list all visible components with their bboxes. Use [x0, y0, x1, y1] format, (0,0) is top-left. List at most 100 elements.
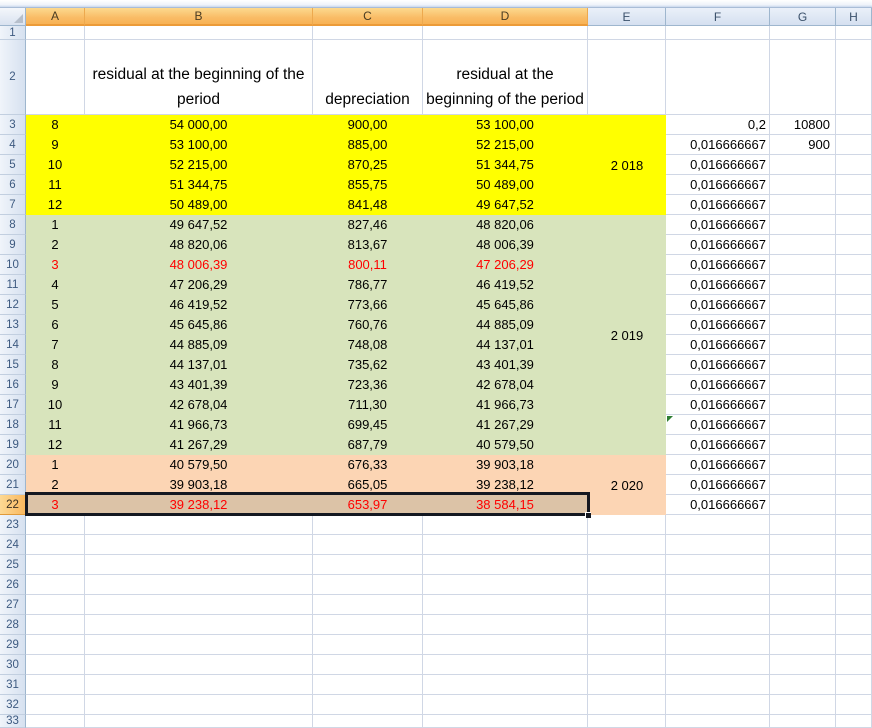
cell-A6[interactable]: 11 — [26, 175, 85, 195]
cell-D18[interactable]: 41 267,29 — [423, 415, 588, 435]
cell-F12[interactable]: 0,016666667 — [666, 295, 770, 315]
cell-F24[interactable] — [666, 535, 770, 555]
row-header-4[interactable]: 4 — [0, 135, 26, 155]
cell-H5[interactable] — [836, 155, 872, 175]
cell-H16[interactable] — [836, 375, 872, 395]
cell-D24[interactable] — [423, 535, 588, 555]
cell-D30[interactable] — [423, 655, 588, 675]
cell-F26[interactable] — [666, 575, 770, 595]
cell-A26[interactable] — [26, 575, 85, 595]
cell-E12[interactable] — [588, 295, 666, 315]
cell-E25[interactable] — [588, 555, 666, 575]
cell-E15[interactable] — [588, 355, 666, 375]
cell-F15[interactable]: 0,016666667 — [666, 355, 770, 375]
row-header-10[interactable]: 10 — [0, 255, 26, 275]
cell-F17[interactable]: 0,016666667 — [666, 395, 770, 415]
cell-H32[interactable] — [836, 695, 872, 715]
cell-B28[interactable] — [85, 615, 313, 635]
row-header-8[interactable]: 8 — [0, 215, 26, 235]
cell-C4[interactable]: 885,00 — [313, 135, 423, 155]
cell-A9[interactable]: 2 — [26, 235, 85, 255]
cell-G29[interactable] — [770, 635, 836, 655]
cell-E6[interactable] — [588, 175, 666, 195]
cell-H3[interactable] — [836, 115, 872, 135]
cell-B16[interactable]: 43 401,39 — [85, 375, 313, 395]
cell-B19[interactable]: 41 267,29 — [85, 435, 313, 455]
cell-G26[interactable] — [770, 575, 836, 595]
cell-E32[interactable] — [588, 695, 666, 715]
row-header-13[interactable]: 13 — [0, 315, 26, 335]
cell-B15[interactable]: 44 137,01 — [85, 355, 313, 375]
cell-B21[interactable]: 39 903,18 — [85, 475, 313, 495]
cell-A2[interactable] — [26, 40, 85, 115]
cell-E26[interactable] — [588, 575, 666, 595]
row-header-11[interactable]: 11 — [0, 275, 26, 295]
cell-B32[interactable] — [85, 695, 313, 715]
cell-C2[interactable]: depreciation — [313, 40, 423, 115]
cell-A16[interactable]: 9 — [26, 375, 85, 395]
cell-C23[interactable] — [313, 515, 423, 535]
cell-F20[interactable]: 0,016666667 — [666, 455, 770, 475]
cell-F5[interactable]: 0,016666667 — [666, 155, 770, 175]
cell-C8[interactable]: 827,46 — [313, 215, 423, 235]
cell-E21[interactable] — [588, 475, 666, 495]
cell-C17[interactable]: 711,30 — [313, 395, 423, 415]
cell-B30[interactable] — [85, 655, 313, 675]
cell-E19[interactable] — [588, 435, 666, 455]
cell-D27[interactable] — [423, 595, 588, 615]
cell-A3[interactable]: 8 — [26, 115, 85, 135]
cell-H8[interactable] — [836, 215, 872, 235]
cell-B20[interactable]: 40 579,50 — [85, 455, 313, 475]
cell-A29[interactable] — [26, 635, 85, 655]
cell-C24[interactable] — [313, 535, 423, 555]
cell-D28[interactable] — [423, 615, 588, 635]
cell-C33[interactable] — [313, 715, 423, 728]
cell-E2[interactable] — [588, 40, 666, 115]
cell-G12[interactable] — [770, 295, 836, 315]
cell-F29[interactable] — [666, 635, 770, 655]
cell-H29[interactable] — [836, 635, 872, 655]
cell-C7[interactable]: 841,48 — [313, 195, 423, 215]
cell-A31[interactable] — [26, 675, 85, 695]
cell-H18[interactable] — [836, 415, 872, 435]
row-header-16[interactable]: 16 — [0, 375, 26, 395]
cell-G28[interactable] — [770, 615, 836, 635]
cell-A27[interactable] — [26, 595, 85, 615]
row-header-27[interactable]: 27 — [0, 595, 26, 615]
row-header-2[interactable]: 2 — [0, 40, 26, 115]
row-header-6[interactable]: 6 — [0, 175, 26, 195]
cell-G22[interactable] — [770, 495, 836, 515]
cell-A17[interactable]: 10 — [26, 395, 85, 415]
cell-G13[interactable] — [770, 315, 836, 335]
cell-D21[interactable]: 39 238,12 — [423, 475, 588, 495]
cell-F11[interactable]: 0,016666667 — [666, 275, 770, 295]
cell-D8[interactable]: 48 820,06 — [423, 215, 588, 235]
cell-H4[interactable] — [836, 135, 872, 155]
cell-B8[interactable]: 49 647,52 — [85, 215, 313, 235]
cell-G18[interactable] — [770, 415, 836, 435]
cell-G23[interactable] — [770, 515, 836, 535]
cell-A1[interactable] — [26, 26, 85, 40]
cell-B26[interactable] — [85, 575, 313, 595]
cell-B3[interactable]: 54 000,00 — [85, 115, 313, 135]
cell-C22[interactable]: 653,97 — [313, 495, 423, 515]
cell-C27[interactable] — [313, 595, 423, 615]
cell-C25[interactable] — [313, 555, 423, 575]
cell-H26[interactable] — [836, 575, 872, 595]
cell-E18[interactable] — [588, 415, 666, 435]
column-header-H[interactable]: H — [836, 8, 872, 26]
cell-F4[interactable]: 0,016666667 — [666, 135, 770, 155]
cell-F23[interactable] — [666, 515, 770, 535]
row-header-24[interactable]: 24 — [0, 535, 26, 555]
cell-H24[interactable] — [836, 535, 872, 555]
cell-D12[interactable]: 45 645,86 — [423, 295, 588, 315]
cell-H27[interactable] — [836, 595, 872, 615]
cell-F32[interactable] — [666, 695, 770, 715]
cell-H20[interactable] — [836, 455, 872, 475]
cell-F16[interactable]: 0,016666667 — [666, 375, 770, 395]
row-header-18[interactable]: 18 — [0, 415, 26, 435]
cell-G20[interactable] — [770, 455, 836, 475]
cell-E30[interactable] — [588, 655, 666, 675]
column-header-B[interactable]: B — [85, 8, 313, 26]
cell-D16[interactable]: 42 678,04 — [423, 375, 588, 395]
